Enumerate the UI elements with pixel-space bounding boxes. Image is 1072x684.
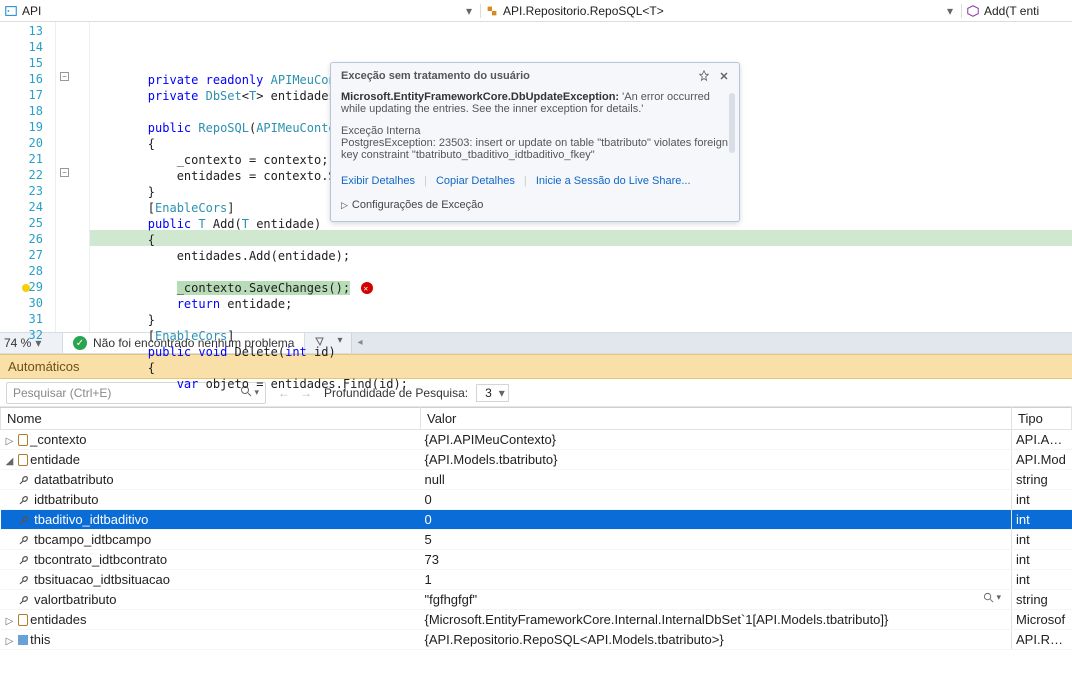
var-name: tbcampo_idtbcampo xyxy=(34,532,151,547)
var-value: {API.Models.tbatributo} xyxy=(425,452,558,467)
table-row[interactable]: tbcontrato_idtbcontrato 73 int xyxy=(1,550,1072,570)
exception-popup: Exceção sem tratamento do usuário ✕ Micr… xyxy=(330,62,740,222)
exception-settings-toggle[interactable]: ▷ Configurações de Exceção xyxy=(331,193,739,221)
view-details-link[interactable]: Exibir Detalhes xyxy=(341,175,415,187)
var-value: 0 xyxy=(425,492,432,507)
var-value: {API.Repositorio.RepoSQL<API.Models.tbat… xyxy=(425,632,724,647)
var-type: int xyxy=(1016,552,1030,567)
method-icon xyxy=(966,4,980,18)
exception-stop-icon xyxy=(361,282,373,294)
var-type: API.Repo xyxy=(1016,632,1072,647)
visualizer-icon[interactable]: ▾ xyxy=(983,592,1001,603)
inner-exception-message: PostgresException: 23503: insert or upda… xyxy=(341,137,729,161)
object-icon xyxy=(18,635,28,645)
fold-toggle[interactable]: − xyxy=(60,72,69,81)
copy-details-link[interactable]: Copiar Detalhes xyxy=(436,175,515,187)
check-icon: ✓ xyxy=(73,336,87,350)
var-value: 5 xyxy=(425,532,432,547)
table-row[interactable]: tbsituacao_idtbsituacao 1 int xyxy=(1,570,1072,590)
breakpoint-hint-icon xyxy=(22,284,30,292)
table-row[interactable]: tbaditivo_idtbaditivo 0 int xyxy=(1,510,1072,530)
code-editor[interactable]: 1314151617181920212223242526272829303132… xyxy=(0,22,1072,332)
autos-table: Nome Valor Tipo ▷ _contexto{API.APIMeuCo… xyxy=(0,407,1072,650)
class-icon xyxy=(485,4,499,18)
property-icon xyxy=(18,514,30,526)
breadcrumb-method[interactable]: Add(T enti xyxy=(962,4,1072,18)
property-icon xyxy=(18,594,30,606)
table-row[interactable]: idtbatributo 0 int xyxy=(1,490,1072,510)
pin-icon[interactable] xyxy=(697,69,711,83)
var-name: idtbatributo xyxy=(34,492,98,507)
breadcrumb-bar: API ▾ API.Repositorio.RepoSQL<T> ▾ Add(T… xyxy=(0,0,1072,22)
expand-icon[interactable]: ▷ xyxy=(5,616,15,627)
var-name: entidades xyxy=(30,612,86,627)
popup-scrollbar[interactable] xyxy=(729,93,735,153)
table-row[interactable]: datatbatributo null string xyxy=(1,470,1072,490)
field-icon xyxy=(18,434,28,446)
var-value: {API.APIMeuContexto} xyxy=(425,432,557,447)
var-type: int xyxy=(1016,532,1030,547)
var-value: null xyxy=(425,472,445,487)
table-row[interactable]: valortbatributo "fgfhgfgf" ▾ string xyxy=(1,590,1072,610)
property-icon xyxy=(18,554,30,566)
var-type: API.Mod xyxy=(1016,452,1066,467)
var-type: string xyxy=(1016,472,1048,487)
property-icon xyxy=(18,534,30,546)
var-type: int xyxy=(1016,492,1030,507)
breadcrumb-class-text: API.Repositorio.RepoSQL<T> xyxy=(503,4,664,18)
var-type: string xyxy=(1016,592,1048,607)
var-type: int xyxy=(1016,512,1030,527)
expand-icon[interactable]: ▷ xyxy=(5,436,15,447)
var-type: API.APIM xyxy=(1016,432,1072,447)
table-row[interactable]: ▷ this {API.Repositorio.RepoSQL<API.Model… xyxy=(1,630,1072,650)
table-row[interactable]: ◢ entidade {API.Models.tbatributo} API.Mod xyxy=(1,450,1072,470)
chevron-down-icon[interactable]: ▾ xyxy=(462,4,476,18)
property-icon xyxy=(18,494,30,506)
expand-icon[interactable]: ◢ xyxy=(5,456,15,467)
var-value: 0 xyxy=(425,512,432,527)
var-name: tbaditivo_idtbaditivo xyxy=(34,512,148,527)
var-name: datatbatributo xyxy=(34,472,114,487)
var-name: tbcontrato_idtbcontrato xyxy=(34,552,167,567)
var-name: entidade xyxy=(30,452,80,467)
var-name: _contexto xyxy=(30,432,86,447)
folding-gutter: − − xyxy=(56,22,90,332)
close-icon[interactable]: ✕ xyxy=(717,69,731,83)
var-value: 73 xyxy=(425,552,439,567)
expand-icon: ▷ xyxy=(341,200,348,211)
property-icon xyxy=(18,574,30,586)
field-icon xyxy=(18,614,28,626)
var-value: "fgfhgfgf" xyxy=(425,592,478,607)
var-name: this xyxy=(30,632,50,647)
exception-links: Exibir Detalhes | Copiar Detalhes | Inic… xyxy=(331,169,739,193)
var-type: Microsof xyxy=(1016,612,1065,627)
exception-title: Exceção sem tratamento do usuário xyxy=(341,70,530,82)
fold-toggle[interactable]: − xyxy=(60,168,69,177)
namespace-icon xyxy=(4,4,18,18)
property-icon xyxy=(18,474,30,486)
var-name: valortbatributo xyxy=(34,592,116,607)
var-value: 1 xyxy=(425,572,432,587)
breadcrumb-namespace[interactable]: API ▾ xyxy=(0,4,481,18)
inner-exception-label: Exceção Interna xyxy=(341,125,729,137)
expand-icon[interactable]: ▷ xyxy=(5,636,15,647)
live-share-link[interactable]: Inicie a Sessão do Live Share... xyxy=(536,175,691,187)
table-row[interactable]: ▷ _contexto {API.APIMeuContexto} API.APIM xyxy=(1,430,1072,450)
var-type: int xyxy=(1016,572,1030,587)
table-row[interactable]: tbcampo_idtbcampo 5 int xyxy=(1,530,1072,550)
breadcrumb-class[interactable]: API.Repositorio.RepoSQL<T> ▾ xyxy=(481,4,962,18)
autos-panel-title: Automáticos xyxy=(8,359,80,374)
exception-type: Microsoft.EntityFrameworkCore.DbUpdateEx… xyxy=(341,91,619,103)
var-name: tbsituacao_idtbsituacao xyxy=(34,572,170,587)
breadcrumb-method-text: Add(T enti xyxy=(984,4,1039,18)
breadcrumb-namespace-text: API xyxy=(22,4,41,18)
table-row[interactable]: ▷ entidades {Microsoft.EntityFrameworkCor… xyxy=(1,610,1072,630)
chevron-down-icon[interactable]: ▾ xyxy=(943,4,957,18)
var-value: {Microsoft.EntityFrameworkCore.Internal.… xyxy=(425,612,889,627)
exception-settings-label: Configurações de Exceção xyxy=(352,199,483,211)
field-icon xyxy=(18,454,28,466)
